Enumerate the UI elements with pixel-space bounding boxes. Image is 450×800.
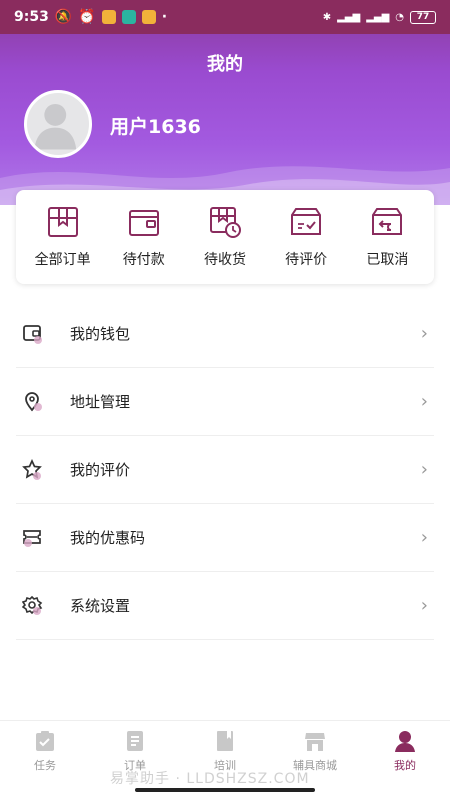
orders-card: 全部订单 待付款 待收货 待评价 已取消 [16,190,434,284]
wallet-pay-icon [128,210,159,236]
tab-profile[interactable]: 我的 [360,721,450,780]
all-orders-icon [47,207,78,237]
bell-off-icon: 🔕 [54,9,73,25]
book-icon [217,730,233,751]
order-cancelled-button[interactable]: 已取消 [347,205,427,269]
shop-icon [305,732,325,751]
bluetooth-icon: ✱ [322,11,332,23]
menu-label-address: 地址管理 [70,393,131,411]
more-notifications-dot: · [161,9,168,25]
home-indicator [135,788,315,792]
menu-label-coupons: 我的优惠码 [70,529,146,547]
chevron-right-icon: › [420,527,428,548]
box-check-icon [291,208,322,235]
avatar[interactable] [24,90,92,158]
page-title: 我的 [207,54,243,75]
order-pending-review-label: 待评价 [285,252,328,268]
chevron-right-icon: › [420,595,428,616]
gear-icon [22,595,43,615]
shield-notification-icon [121,10,136,24]
location-pin-icon [25,391,42,411]
menu-item-reviews[interactable]: 我的评价 › [16,436,434,504]
tab-tasks[interactable]: 任务 [0,721,90,780]
menu-label-wallet: 我的钱包 [70,325,131,343]
order-pending-payment-button[interactable]: 待付款 [104,205,184,269]
clock-time: 9:53 [14,9,49,25]
chevron-right-icon: › [420,459,428,480]
box-return-icon [372,208,403,235]
signal-icon-2: ▂▄▆ [366,11,390,23]
alarm-icon: ⏰ [78,9,96,25]
order-list-icon [127,730,143,751]
menu-item-address[interactable]: 地址管理 › [16,368,434,436]
username: 用户1636 [110,116,201,138]
settings-menu: 我的钱包 › 地址管理 › 我的评价 › 我的优惠码 › 系统设置 › [16,300,434,640]
order-all-button[interactable]: 全部订单 [23,205,103,269]
order-pending-payment-label: 待付款 [122,252,165,268]
menu-item-settings[interactable]: 系统设置 › [16,572,434,640]
star-icon [22,458,42,480]
chevron-right-icon: › [420,323,428,344]
menu-item-coupons[interactable]: 我的优惠码 › [16,504,434,572]
signal-icon: ▂▄▆ [337,11,361,23]
status-bar: 9:53 🔕 ⏰ · ✱ ▂▄▆ ▂▄▆ ◔ 77 [0,0,450,34]
chevron-right-icon: › [420,391,428,412]
order-pending-receipt-label: 待收货 [203,252,246,268]
task-icon [36,730,54,751]
wallet-icon [23,324,42,344]
battery-icon: 77 [410,10,436,24]
app-notification-icon-2 [141,10,156,24]
box-clock-icon [209,207,241,238]
user-icon [395,730,415,752]
app-notification-icon [101,10,116,24]
order-all-label: 全部订单 [34,252,91,268]
user-silhouette-icon [34,103,77,150]
order-pending-review-button[interactable]: 待评价 [266,205,346,269]
wifi-icon: ◔ [395,11,404,23]
tab-label-profile: 我的 [394,758,416,772]
watermark: 易掌助手 · LLDSHZSZ.COM [110,771,310,787]
tab-label-tasks: 任务 [34,758,56,772]
menu-label-settings: 系统设置 [70,597,131,615]
menu-label-reviews: 我的评价 [70,461,131,479]
menu-item-wallet[interactable]: 我的钱包 › [16,300,434,368]
order-pending-receipt-button[interactable]: 待收货 [185,205,265,269]
order-cancelled-label: 已取消 [366,252,409,268]
coupon-icon [23,529,41,547]
